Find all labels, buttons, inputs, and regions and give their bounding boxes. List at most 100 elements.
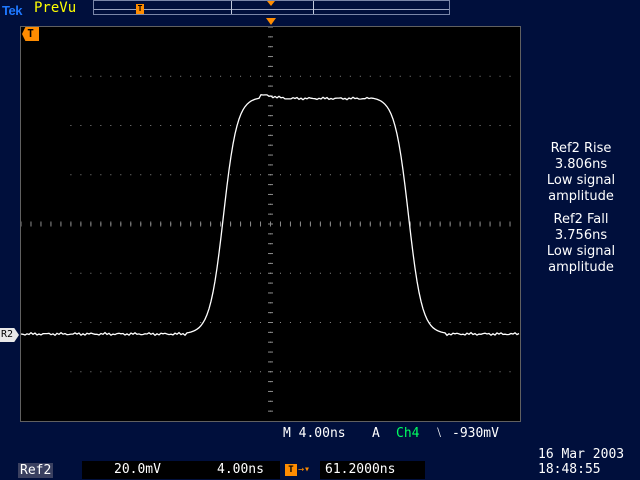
grid-dot bbox=[160, 125, 162, 126]
grid-dot bbox=[459, 272, 461, 274]
grid-dot bbox=[329, 125, 331, 126]
falling-edge-icon: ⧵ bbox=[437, 426, 442, 441]
axis-tick bbox=[220, 221, 222, 227]
grid-dot bbox=[150, 371, 152, 373]
grid-dot bbox=[140, 272, 142, 274]
grid-dot bbox=[210, 371, 212, 373]
grid-dot bbox=[339, 272, 341, 274]
grid-dot bbox=[419, 174, 421, 176]
timebase-readout[interactable]: M 4.00ns bbox=[283, 426, 346, 441]
axis-tick bbox=[268, 410, 273, 412]
axis-tick bbox=[268, 253, 273, 255]
grid-dot bbox=[439, 125, 441, 126]
grid-dot bbox=[449, 272, 451, 274]
grid-dot bbox=[469, 125, 471, 126]
axis-tick bbox=[268, 134, 273, 136]
grid-dot bbox=[349, 272, 351, 274]
grid-dot bbox=[449, 125, 451, 126]
grid-dot bbox=[200, 75, 202, 77]
grid-dot bbox=[70, 322, 72, 323]
grid-dot bbox=[130, 371, 132, 373]
grid-dot bbox=[459, 371, 461, 373]
grid-dot bbox=[150, 75, 152, 77]
trigger-level-readout[interactable]: -930mV bbox=[452, 426, 499, 441]
grid-dot bbox=[449, 75, 451, 77]
grid-dot bbox=[429, 75, 431, 77]
measurement-note: amplitude bbox=[548, 189, 614, 204]
axis-tick bbox=[180, 221, 182, 227]
grid-dot bbox=[359, 371, 361, 373]
axis-tick bbox=[268, 243, 273, 245]
axis-tick bbox=[190, 221, 192, 227]
axis-tick bbox=[250, 221, 252, 227]
axis-tick bbox=[50, 221, 52, 227]
axis-tick bbox=[339, 221, 341, 227]
grid-dot bbox=[120, 174, 122, 176]
ref2-ground-marker[interactable]: R2 bbox=[0, 328, 19, 342]
grid-dot bbox=[299, 125, 301, 126]
ref2-label[interactable]: Ref2 bbox=[18, 463, 54, 478]
grid-dot bbox=[260, 272, 262, 274]
grid-dot bbox=[240, 322, 242, 323]
grid-dot bbox=[339, 371, 341, 373]
axis-tick bbox=[268, 125, 273, 126]
grid-dot bbox=[289, 174, 291, 176]
ref2-waveform-trace bbox=[21, 93, 520, 337]
grid-dot bbox=[409, 371, 411, 373]
grid-dot bbox=[200, 272, 202, 274]
grid-dot bbox=[80, 322, 82, 323]
axis-tick bbox=[268, 292, 273, 294]
axis-tick bbox=[120, 221, 122, 227]
grid-dot bbox=[200, 371, 202, 373]
grid-dot bbox=[369, 125, 371, 126]
trigger-position-arrow-icon[interactable] bbox=[266, 18, 276, 25]
grid-dot bbox=[220, 322, 222, 323]
grid-dot bbox=[349, 75, 351, 77]
axis-tick bbox=[359, 221, 361, 227]
grid-dot bbox=[240, 272, 242, 274]
axis-tick bbox=[329, 221, 331, 227]
trigger-offset-box[interactable]: 61.2000ns bbox=[320, 461, 425, 479]
grid-dot bbox=[250, 272, 252, 274]
waveform-graticule[interactable] bbox=[20, 26, 521, 422]
grid-dot bbox=[439, 322, 441, 323]
axis-tick bbox=[268, 262, 273, 264]
axis-tick bbox=[150, 221, 152, 227]
grid-dot bbox=[279, 125, 281, 126]
trigger-source-readout[interactable]: Ch4 bbox=[396, 426, 419, 441]
grid-dot bbox=[429, 125, 431, 126]
axis-tick bbox=[429, 221, 431, 227]
grid-dot bbox=[130, 174, 132, 176]
grid-dot bbox=[200, 125, 202, 126]
axis-tick bbox=[110, 221, 112, 227]
grid-dot bbox=[210, 75, 212, 77]
axis-tick bbox=[419, 221, 421, 227]
grid-dot bbox=[329, 371, 331, 373]
grid-dot bbox=[160, 75, 162, 77]
grid-dot bbox=[339, 322, 341, 323]
grid-dot bbox=[409, 322, 411, 323]
grid-dot bbox=[130, 322, 132, 323]
axis-tick bbox=[369, 221, 371, 227]
grid-dot bbox=[379, 174, 381, 176]
axis-tick bbox=[30, 221, 32, 227]
grid-dot bbox=[150, 322, 152, 323]
grid-dot bbox=[419, 75, 421, 77]
grid-dot bbox=[120, 371, 122, 373]
axis-tick bbox=[170, 221, 172, 227]
axis-tick bbox=[268, 36, 273, 38]
grid-dot bbox=[489, 322, 491, 323]
acquisition-state: PreVu bbox=[34, 0, 77, 16]
trigger-offset-arrow-icon: →▾ bbox=[298, 464, 311, 475]
axis-tick bbox=[268, 193, 273, 195]
grid-dot bbox=[479, 272, 481, 274]
grid-dot bbox=[389, 272, 391, 274]
grid-dot bbox=[329, 174, 331, 176]
axis-tick bbox=[268, 381, 273, 383]
record-view-bar[interactable]: T bbox=[93, 0, 450, 15]
grid-dot bbox=[170, 322, 172, 323]
axis-tick bbox=[268, 390, 273, 392]
grid-dot bbox=[250, 125, 252, 126]
grid-dot bbox=[100, 322, 102, 323]
grid-dot bbox=[170, 75, 172, 77]
